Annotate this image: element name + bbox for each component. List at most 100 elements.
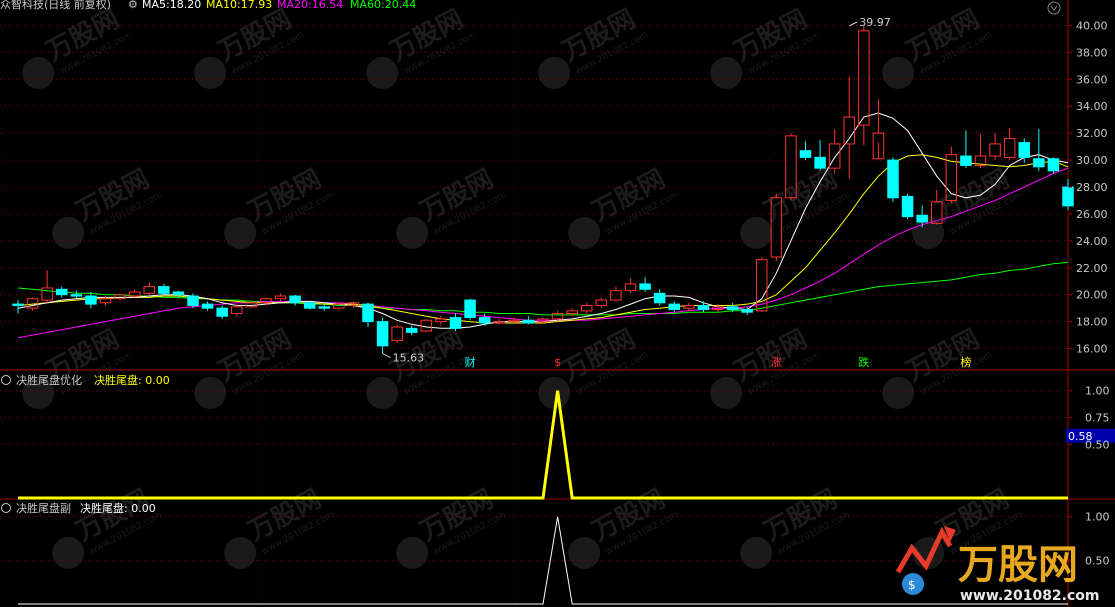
candlestick — [581, 302, 593, 314]
candle-body — [1033, 158, 1045, 168]
candle-body — [216, 307, 228, 317]
candlestick — [989, 133, 1001, 161]
candle-body — [581, 304, 593, 312]
watermark-tile: 万股网www.201082.com — [52, 484, 164, 569]
candle-body — [406, 327, 418, 333]
candlestick — [610, 286, 622, 302]
sub2-header: 决胜尾盘副 决胜尾盘: 0.00 — [1, 501, 156, 515]
candle-body — [887, 159, 899, 199]
candlestick — [872, 99, 885, 160]
candle-body — [1062, 186, 1074, 207]
candlestick — [187, 293, 199, 309]
expand-icon[interactable] — [1047, 1, 1061, 15]
candle-body — [610, 290, 622, 301]
candle-body — [303, 302, 316, 309]
candlestick — [289, 294, 301, 306]
event-markers[interactable]: 财 $ 涨 跌 榜 — [465, 355, 972, 369]
watermark-tile: 万股网www.201082.com — [366, 324, 478, 409]
candle-body — [376, 321, 389, 347]
candlestick — [1033, 129, 1045, 171]
watermark-tile: 万股网www.201082.com — [194, 324, 306, 409]
chart-title: 众智科技(日线 前复权) — [0, 0, 111, 11]
sub2-series-value: 0.00 — [131, 502, 156, 515]
candlestick — [85, 292, 97, 309]
candlestick — [303, 301, 316, 310]
candle-body — [858, 30, 870, 126]
event-marker[interactable]: $ — [554, 356, 561, 369]
candlestick — [201, 301, 214, 311]
axis-tick-label: 22.00 — [1076, 262, 1108, 275]
watermark-tile: 万股网www.201082.com — [538, 4, 650, 89]
watermark-tile: 万股网www.201082.com — [882, 324, 994, 409]
axis-tick-label: 30.00 — [1076, 154, 1108, 167]
ma10-value: 17.93 — [241, 0, 273, 11]
candle-body — [799, 150, 812, 158]
candlestick — [128, 289, 141, 298]
axis-tick-label: 0.75 — [1085, 412, 1110, 425]
sub1-indicator-panel[interactable]: 0.58 — [18, 390, 1115, 500]
candle-body — [989, 143, 1001, 157]
event-marker[interactable]: 跌 — [858, 355, 869, 369]
candlestick — [1003, 127, 1016, 161]
ma10-legend: MA10:17.93 — [206, 0, 272, 11]
candle-body — [85, 295, 97, 305]
watermark-tile: 万股网www.201082.com — [912, 164, 1024, 249]
axis-tick-label: 24.00 — [1076, 235, 1108, 248]
main-header: 众智科技(日线 前复权) ⚙ MA5:18.20 MA10:17.93 MA20… — [0, 0, 1061, 15]
candlestick — [158, 283, 170, 295]
candlestick — [828, 129, 841, 174]
axis-tick-label: 16.00 — [1076, 343, 1108, 356]
candlestick — [41, 270, 53, 305]
sub2-title: 决胜尾盘副 — [16, 501, 71, 515]
candle-body — [478, 317, 491, 324]
chart-canvas[interactable]: 万股网www.201082.com 万股网www.201082.com 万股网www… — [0, 0, 1115, 607]
candle-body — [12, 303, 24, 306]
candle-body — [99, 298, 112, 304]
candle-body — [697, 304, 710, 311]
low-marker — [382, 353, 391, 358]
event-marker[interactable]: 财 — [465, 355, 476, 369]
candle-body — [362, 303, 374, 323]
watermark-tile: 万股网www.201082.com — [710, 324, 822, 409]
candle-body — [158, 286, 170, 294]
watermark-tile: 万股网www.201082.com — [224, 164, 336, 249]
watermark-tile: 万股网www.201082.com — [22, 4, 134, 89]
axis-tick-label: 0.50 — [1085, 438, 1110, 451]
candlestick — [435, 316, 447, 326]
watermark-tile: 万股网www.201082.com — [52, 164, 164, 249]
sub1-signal-line — [18, 390, 1068, 500]
axis-tick-label: 18.00 — [1076, 316, 1108, 329]
ma60-label: MA60: — [350, 0, 385, 11]
candlestick — [420, 318, 433, 333]
candle-body — [420, 319, 433, 332]
candlestick — [522, 316, 535, 325]
candle-body — [201, 303, 214, 309]
brand-site: www.201082.com — [960, 588, 1100, 604]
candle-body — [274, 295, 287, 300]
candle-body — [172, 291, 185, 296]
event-marker[interactable]: 涨 — [771, 356, 782, 369]
watermark-tile: 万股网www.201082.com — [538, 324, 650, 409]
candlestick — [624, 278, 637, 294]
candlestick — [653, 289, 666, 306]
candlestick — [887, 157, 899, 202]
candlestick — [683, 302, 695, 311]
candle-body — [741, 309, 753, 313]
collapse-icon[interactable] — [1, 375, 11, 385]
candle-body — [683, 304, 695, 309]
settings-icon[interactable]: ⚙ — [128, 0, 138, 11]
candle-body — [726, 306, 739, 310]
watermark-tile: 万股网www.201082.com — [366, 4, 478, 89]
candle-body — [639, 283, 651, 290]
collapse-icon[interactable] — [1, 503, 11, 513]
axis-tick-label: 26.00 — [1076, 208, 1108, 221]
axis-tick-label: 34.00 — [1076, 100, 1108, 113]
candle-body — [566, 310, 578, 315]
axis-tick-label: 1.00 — [1085, 385, 1110, 398]
candlestick — [56, 286, 68, 298]
candlestick — [376, 317, 389, 354]
candle-body — [551, 313, 564, 320]
sub2-series-label: 决胜尾盘: — [80, 501, 128, 515]
event-marker[interactable]: 榜 — [960, 355, 971, 369]
axis-tick-label: 28.00 — [1076, 181, 1108, 194]
